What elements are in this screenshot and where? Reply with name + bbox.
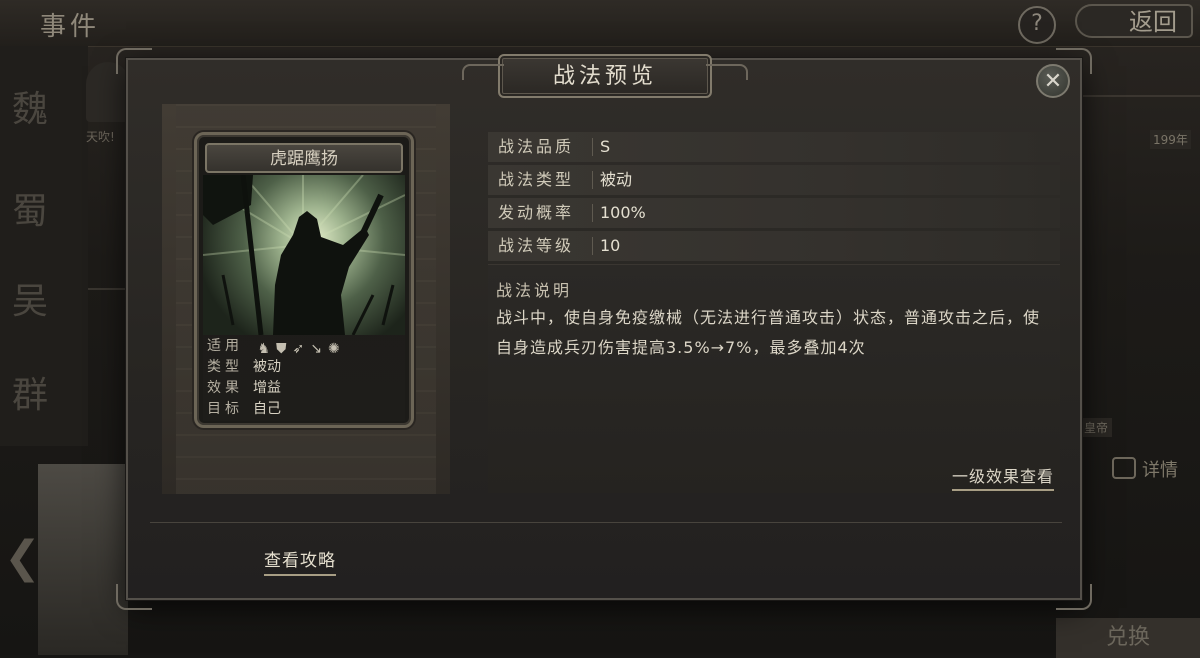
divider bbox=[88, 288, 128, 290]
card-row-key: 类型 bbox=[207, 359, 243, 375]
divider bbox=[592, 237, 593, 255]
attr-value: 100% bbox=[600, 203, 646, 222]
skill-card-art bbox=[203, 175, 405, 335]
corner-ornament bbox=[116, 584, 152, 610]
details-button[interactable]: 详情 bbox=[1112, 456, 1178, 482]
wheel-icon: ✺ bbox=[327, 341, 340, 357]
faction-sidebar: 魏 蜀 吴 群 bbox=[0, 46, 88, 446]
attr-value: 10 bbox=[600, 236, 621, 255]
title-ornament bbox=[706, 64, 748, 80]
spear-icon: ↘ bbox=[310, 341, 322, 357]
warrior-silhouette-icon bbox=[203, 175, 405, 335]
card-row-effect: 效果 增益 bbox=[207, 377, 281, 397]
faction-tab-wei[interactable]: 魏 bbox=[12, 80, 48, 132]
divider bbox=[1080, 95, 1200, 97]
detail-icon bbox=[1112, 457, 1136, 479]
details-label: 详情 bbox=[1142, 460, 1178, 481]
back-button[interactable]: 返回 bbox=[1075, 4, 1193, 38]
skill-card-name: 虎踞鹰扬 bbox=[205, 143, 403, 173]
card-row-value: 自己 bbox=[253, 401, 281, 417]
corner-ornament bbox=[116, 48, 152, 74]
top-bar: 事件 ? 返回 bbox=[0, 0, 1200, 47]
attr-row-type: 战法类型 被动 bbox=[488, 165, 1060, 195]
skill-card-info: 适用 ♞ ⛊ ➶ ↘ ✺ 类型 被动 效果 增益 目标 自己 bbox=[203, 335, 405, 421]
attr-key: 战法品质 bbox=[498, 137, 575, 156]
card-row-key: 效果 bbox=[207, 380, 243, 396]
divider bbox=[592, 204, 593, 222]
shield-icon: ⛊ bbox=[276, 341, 287, 357]
help-button[interactable]: ? bbox=[1018, 6, 1056, 44]
attr-value: S bbox=[600, 137, 611, 156]
year-badge: 199年 bbox=[1150, 130, 1191, 149]
chevron-left-icon[interactable]: ❮ bbox=[4, 532, 41, 583]
card-row-target: 目标 自己 bbox=[207, 398, 281, 418]
faction-tab-shu[interactable]: 蜀 bbox=[12, 182, 48, 234]
emperor-tag: 皇帝 bbox=[1080, 418, 1113, 437]
cavalry-icon: ♞ bbox=[257, 341, 271, 357]
title-ornament bbox=[462, 64, 504, 80]
attr-key: 战法等级 bbox=[498, 236, 575, 255]
card-row-type: 类型 被动 bbox=[207, 356, 281, 376]
card-row-value: 增益 bbox=[253, 380, 281, 396]
event-title: 事件 bbox=[40, 12, 101, 42]
card-row-key: 适用 bbox=[207, 338, 243, 354]
description-title: 战法说明 bbox=[496, 281, 573, 300]
card-row-usable: 适用 ♞ ⛊ ➶ ↘ ✺ bbox=[207, 335, 346, 357]
scene-image bbox=[38, 464, 128, 655]
dialog-title: 战法预览 bbox=[462, 54, 748, 98]
level-one-effect-link[interactable]: 一级效果查看 bbox=[951, 463, 1054, 491]
description-text: 战斗中，使自身免疫缴械（无法进行普通攻击）状态，普通攻击之后，使自身造成兵刃伤害… bbox=[496, 308, 1041, 357]
faction-tab-qun[interactable]: 群 bbox=[12, 366, 48, 418]
dialog-title-text: 战法预览 bbox=[552, 64, 657, 89]
skill-card: 虎踞鹰扬 适用 ♞ ⛊ ➶ ↘ ✺ 类型 被动 效果 增益 目标 自己 bbox=[194, 132, 414, 428]
view-guide-link[interactable]: 查看攻略 bbox=[264, 546, 336, 576]
skill-description-panel: 战法说明 战斗中，使自身免疫缴械（无法进行普通攻击）状态，普通攻击之后，使自身造… bbox=[488, 264, 1060, 493]
skill-preview-dialog: 战法预览 ✕ 虎踞鹰扬 适用 ♞ ⛊ ➶ ↘ ✺ 类型 被动 效果 增益 目标 … bbox=[116, 48, 1092, 610]
bow-icon: ➶ bbox=[292, 341, 305, 357]
divider bbox=[150, 522, 1062, 523]
attr-key: 发动概率 bbox=[498, 203, 575, 222]
attr-row-quality: 战法品质 S bbox=[488, 132, 1060, 162]
attr-value: 被动 bbox=[600, 170, 633, 189]
divider bbox=[592, 138, 593, 156]
corner-ornament bbox=[1056, 584, 1092, 610]
attr-key: 战法类型 bbox=[498, 170, 575, 189]
attr-row-level: 战法等级 10 bbox=[488, 231, 1060, 261]
portrait-caption: 天吹! bbox=[86, 130, 115, 144]
unit-type-icons: ♞ ⛊ ➶ ↘ ✺ bbox=[257, 341, 345, 357]
divider bbox=[592, 171, 593, 189]
faction-tab-wu[interactable]: 吴 bbox=[12, 272, 48, 324]
exchange-button[interactable]: 兑换 bbox=[1056, 618, 1200, 658]
card-row-value: 被动 bbox=[253, 359, 281, 375]
close-icon: ✕ bbox=[1043, 69, 1063, 94]
close-button[interactable]: ✕ bbox=[1036, 64, 1070, 98]
attr-row-probability: 发动概率 100% bbox=[488, 198, 1060, 228]
card-row-key: 目标 bbox=[207, 401, 243, 417]
